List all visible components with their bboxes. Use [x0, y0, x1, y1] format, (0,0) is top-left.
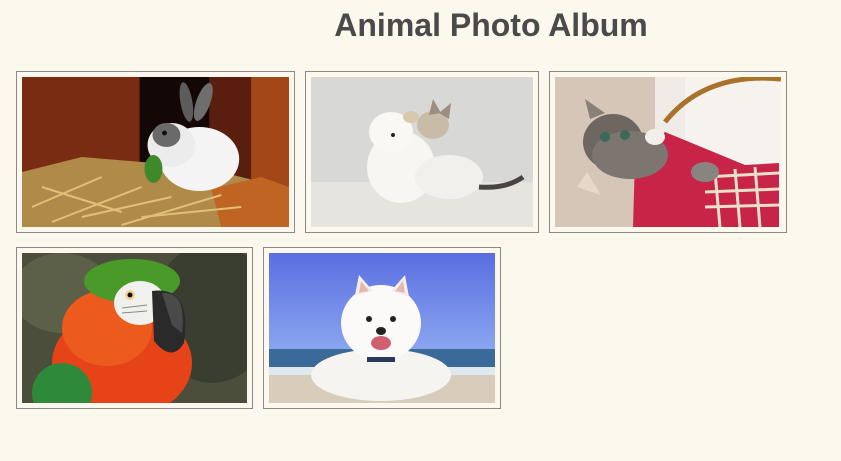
puppy-and-kitten-photo: [311, 77, 533, 227]
photo-frame-puppy-kitten[interactable]: [305, 71, 539, 233]
white-dog-on-beach-photo: [269, 253, 495, 403]
rabbit-photo: [22, 77, 289, 227]
photo-frame-kitten-basket[interactable]: [549, 71, 787, 233]
kitten-in-basket-photo: [555, 77, 781, 227]
page-title: Animal Photo Album: [334, 7, 648, 43]
photo-frame-rabbit[interactable]: [16, 71, 295, 233]
photo-frame-parrot[interactable]: [16, 247, 253, 409]
photo-frame-white-dog[interactable]: [263, 247, 501, 409]
parrot-photo: [22, 253, 247, 403]
